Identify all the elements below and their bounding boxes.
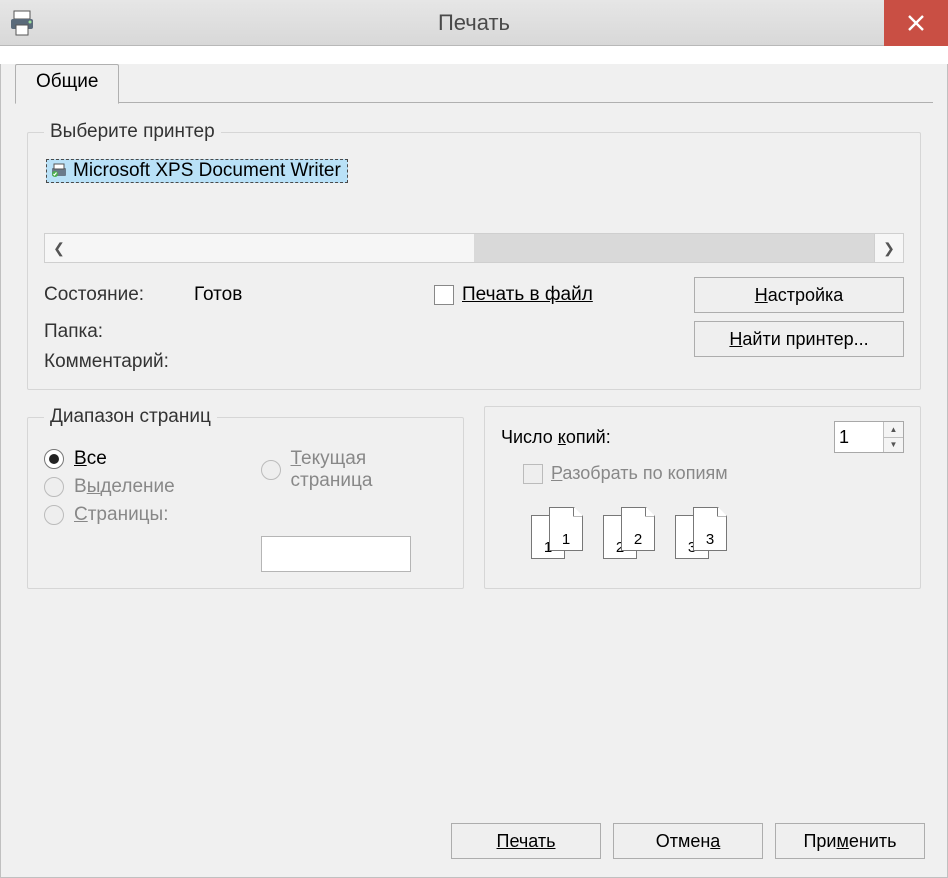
- tab-general[interactable]: Общие: [15, 64, 119, 104]
- printer-group: Выберите принтер Microsoft XPS Document …: [27, 121, 921, 390]
- page-range-title: Диапазон страниц: [44, 406, 217, 428]
- printer-icon: [8, 7, 40, 39]
- state-value: Готов: [194, 284, 434, 306]
- spin-up-button[interactable]: ▲: [884, 422, 903, 438]
- collate-illustration: 1 1 2 2 3 3: [531, 507, 904, 563]
- state-label: Состояние:: [44, 284, 194, 306]
- print-button[interactable]: Печать: [451, 823, 601, 859]
- copies-group: Число копий: ▲ ▼ Разобрать по копиям: [484, 406, 921, 589]
- settings-button[interactable]: Настройка: [694, 277, 904, 313]
- radio-icon: [44, 449, 64, 469]
- settings-label-rest: астройка: [768, 285, 844, 305]
- scroll-left-button[interactable]: ❮: [44, 233, 74, 263]
- radio-icon: [44, 477, 64, 497]
- comment-label: Комментарий:: [44, 351, 194, 373]
- print-to-file-checkbox[interactable]: Печать в файл: [434, 284, 694, 306]
- spin-down-button[interactable]: ▼: [884, 438, 903, 453]
- radio-pages-row: Страницы:: [44, 504, 231, 526]
- printer-item-selected[interactable]: Microsoft XPS Document Writer: [46, 159, 348, 183]
- pages-input[interactable]: [261, 536, 411, 572]
- printer-item-icon: [49, 161, 69, 181]
- copies-input[interactable]: [835, 422, 883, 452]
- checkbox-icon: [523, 464, 543, 484]
- radio-icon: [44, 505, 64, 525]
- printer-list-scrollbar[interactable]: ❮ ❯: [44, 233, 904, 263]
- print-to-file-label: Печать в файл: [462, 284, 593, 306]
- find-printer-button[interactable]: Найти принтер...: [694, 321, 904, 357]
- titlebar: Печать: [0, 0, 948, 46]
- copies-label: Число копий:: [501, 427, 611, 448]
- radio-selection-row: Выделение: [44, 476, 231, 498]
- radio-icon: [261, 460, 281, 480]
- folder-label: Папка:: [44, 321, 194, 343]
- apply-button[interactable]: Применить: [775, 823, 925, 859]
- window-title: Печать: [0, 10, 948, 36]
- dialog-buttons: Печать Отмена Применить: [1, 823, 947, 859]
- scroll-right-button[interactable]: ❯: [874, 233, 904, 263]
- dialog-body: Общие Выберите принтер Microsoft XPS Doc…: [0, 64, 948, 878]
- close-button[interactable]: [884, 0, 948, 46]
- printer-list[interactable]: Microsoft XPS Document Writer: [44, 157, 904, 229]
- printer-group-title: Выберите принтер: [44, 121, 221, 143]
- collate-checkbox: Разобрать по копиям: [523, 463, 728, 484]
- scroll-track[interactable]: [474, 234, 875, 262]
- printer-item-label: Microsoft XPS Document Writer: [73, 160, 341, 182]
- page-range-group: Диапазон страниц Все Выделение: [27, 406, 464, 589]
- scroll-thumb[interactable]: [73, 234, 474, 262]
- copies-spinner[interactable]: ▲ ▼: [834, 421, 904, 453]
- radio-current-row: Текущаястраница: [261, 448, 448, 492]
- cancel-button[interactable]: Отмена: [613, 823, 763, 859]
- radio-all-row[interactable]: Все: [44, 448, 231, 470]
- checkbox-icon: [434, 285, 454, 305]
